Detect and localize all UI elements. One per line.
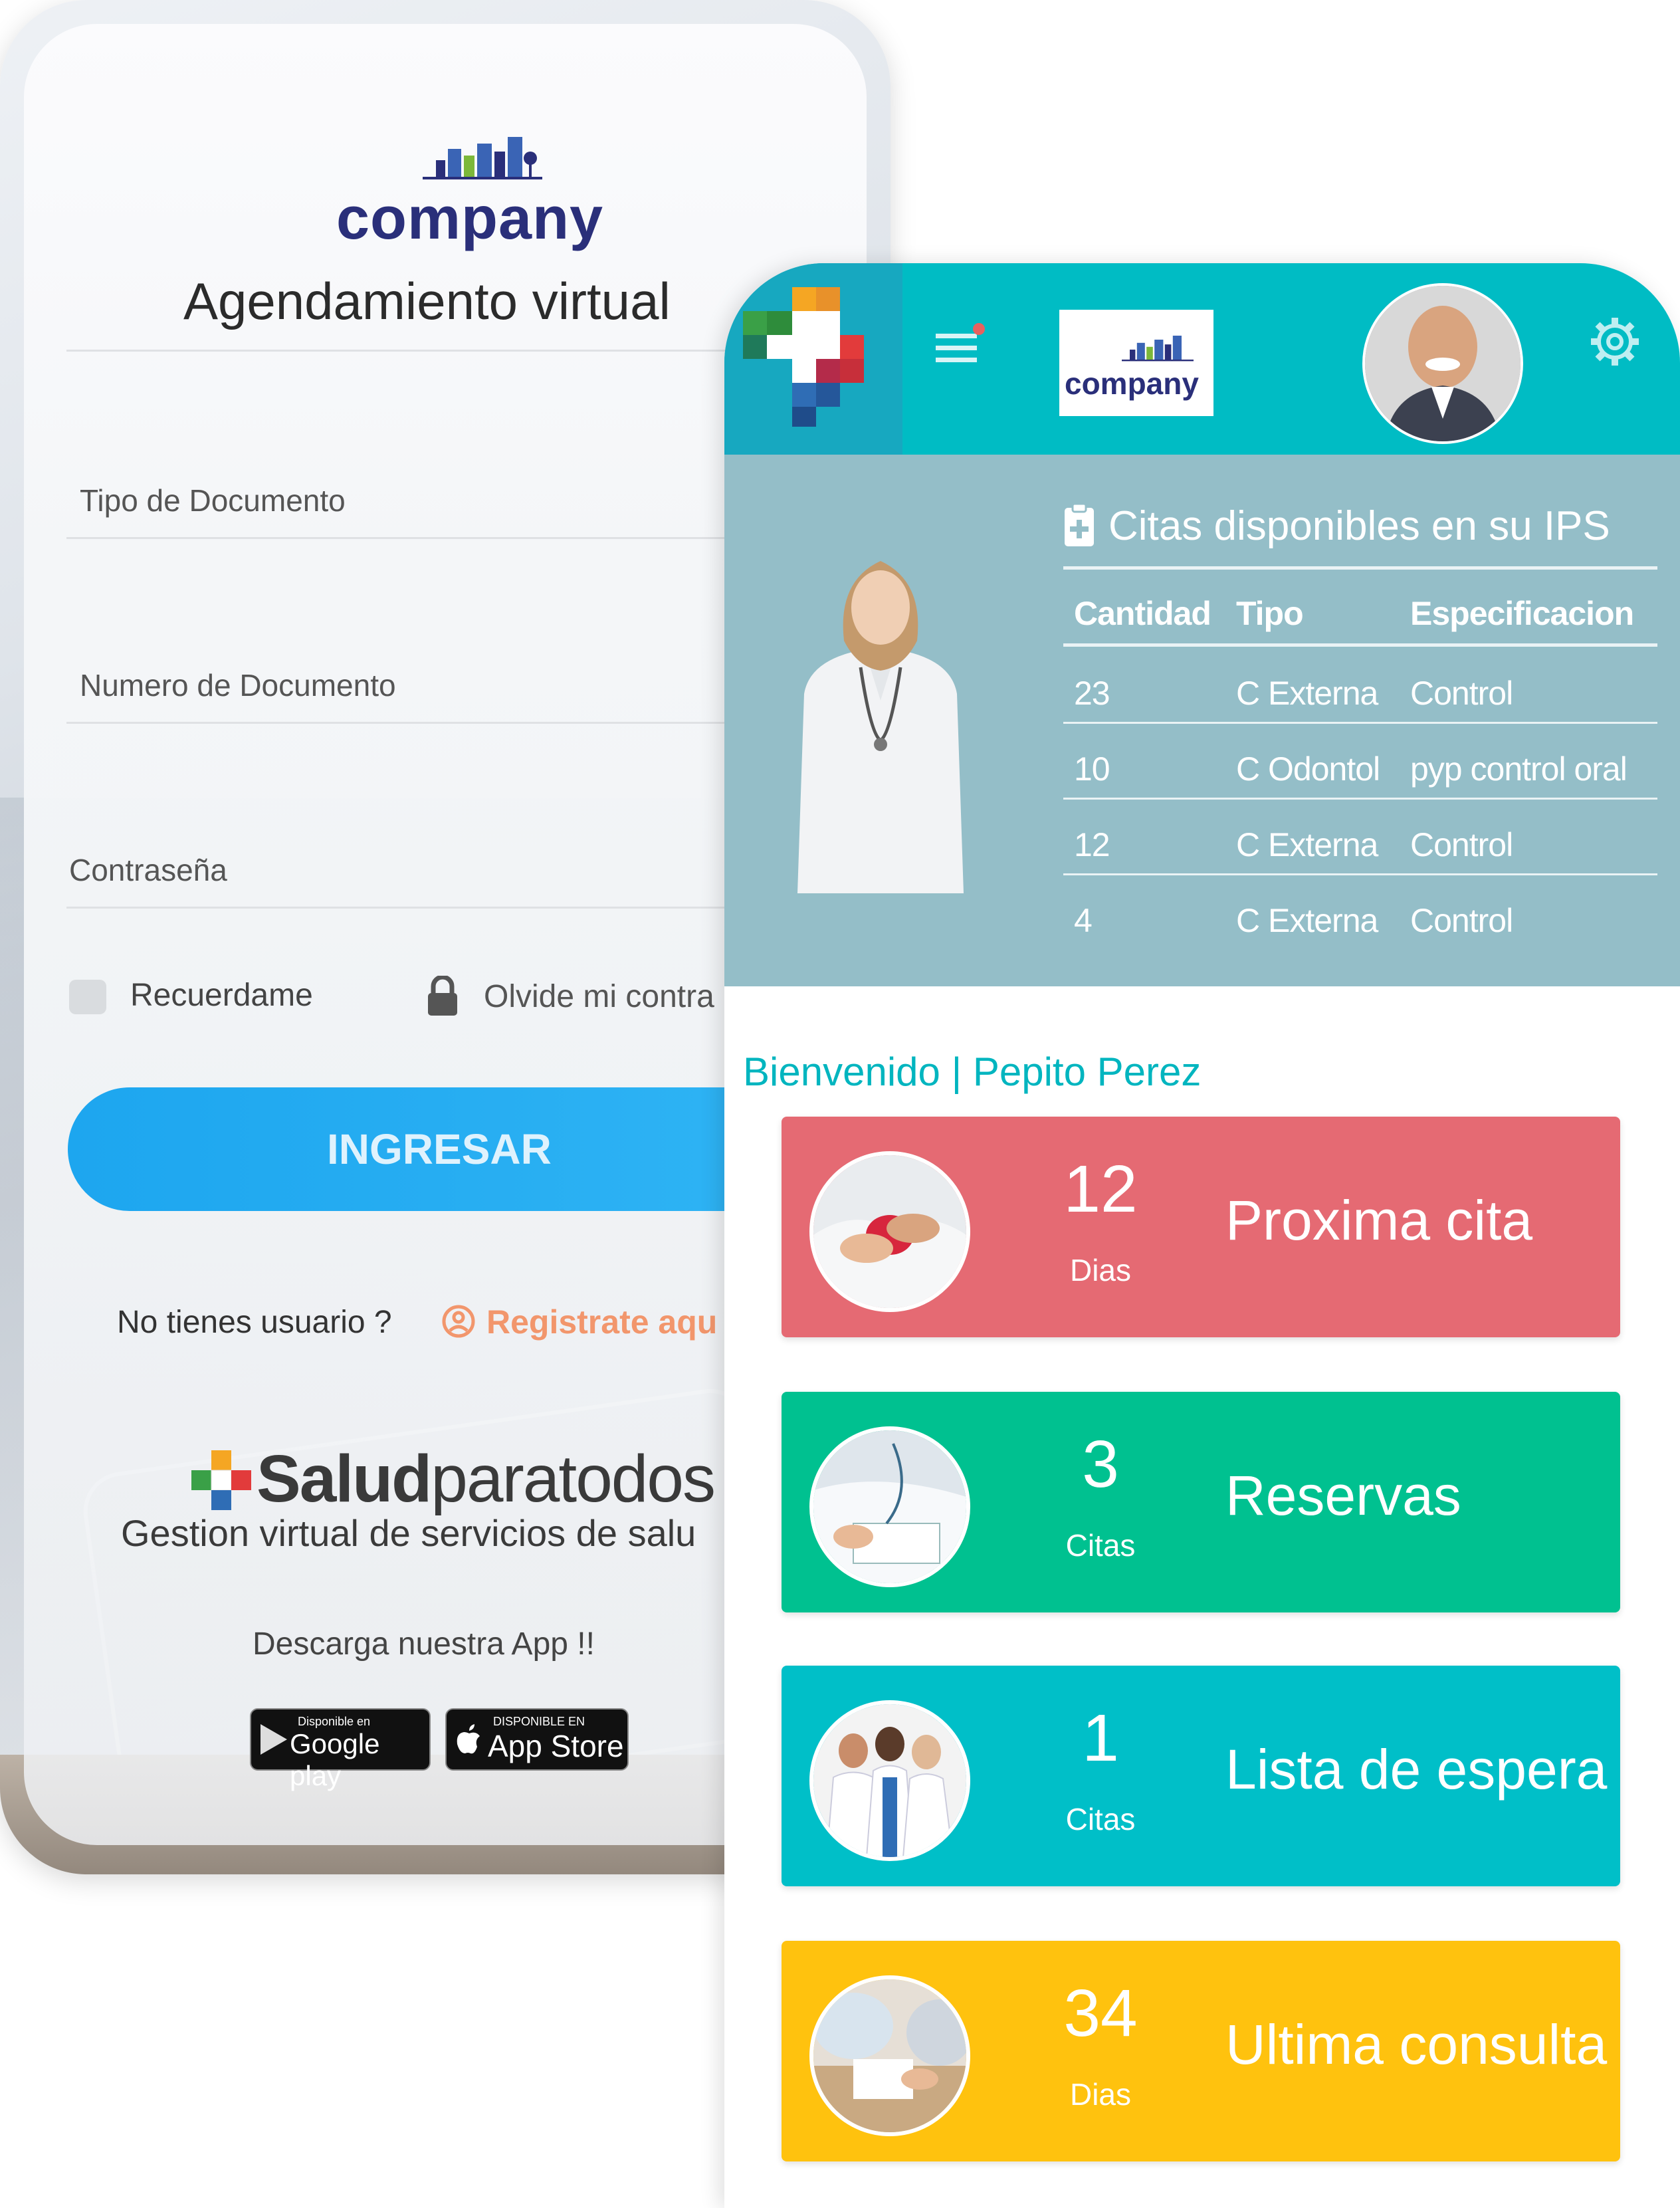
card-unit: Citas — [1065, 1802, 1136, 1836]
footer-subtitle: Gestion virtual de servicios de salu — [121, 1512, 696, 1554]
google-play-small: Disponible en — [298, 1715, 371, 1728]
company-logo-text: company — [1065, 366, 1199, 401]
cell-cantidad: 12 — [1074, 826, 1110, 863]
password-input[interactable]: Contraseña — [69, 852, 227, 888]
card-photo — [809, 1151, 970, 1312]
notification-dot — [973, 323, 985, 335]
card-photo — [809, 1700, 970, 1861]
card-proxima-cita[interactable]: 12 Dias Proxima cita — [782, 1117, 1620, 1337]
user-circle-icon — [442, 1305, 475, 1338]
company-logo: company — [316, 124, 603, 252]
card-label: Reservas — [1225, 1464, 1461, 1527]
doc-number-input[interactable]: Numero de Documento — [80, 667, 396, 703]
ips-appointments-panel: Citas disponibles en su IPS Cantidad Tip… — [724, 455, 1680, 986]
cell-cantidad: 10 — [1074, 750, 1110, 788]
play-icon — [261, 1724, 287, 1755]
column-header-cantidad: Cantidad — [1074, 595, 1211, 632]
cell-tipo: C Externa — [1236, 675, 1378, 712]
gear-icon[interactable] — [1588, 315, 1641, 368]
salud-brand-rest: paratodos — [431, 1442, 716, 1516]
app-store-label: App Store — [488, 1729, 624, 1763]
app-header: company — [724, 263, 1680, 455]
cell-tipo: C Odontol — [1236, 750, 1380, 788]
divider — [1063, 566, 1657, 570]
doctor-illustration — [797, 561, 964, 893]
divider — [1063, 643, 1657, 647]
card-ultima-consulta[interactable]: 34 Dias Ultima consulta — [782, 1941, 1620, 2161]
avatar[interactable] — [1362, 283, 1523, 444]
card-unit: Citas — [1065, 1528, 1136, 1563]
app-store-button[interactable]: DISPONIBLE EN App Store — [445, 1708, 629, 1771]
saludparatodos-logo: Saludparatodos — [191, 1441, 723, 1521]
download-text: Descarga nuestra App !! — [253, 1626, 595, 1662]
doc-type-select[interactable]: Tipo de Documento — [80, 483, 346, 518]
card-value: 1 — [1082, 1701, 1119, 1775]
app-store-small: DISPONIBLE EN — [493, 1715, 585, 1728]
page-title: Agendamiento virtual — [183, 272, 671, 330]
cell-especificacion: Control — [1410, 675, 1513, 712]
card-photo — [809, 1975, 970, 2136]
divider — [1063, 722, 1657, 724]
divider — [1063, 798, 1657, 800]
google-play-button[interactable]: Disponible en Google play — [250, 1708, 431, 1791]
cell-especificacion: pyp control oral — [1410, 750, 1628, 788]
user-photo — [1365, 286, 1521, 441]
salud-brand-bold: Salud — [257, 1442, 432, 1516]
column-header-tipo: Tipo — [1236, 595, 1304, 632]
welcome-text: Bienvenido | Pepito Perez — [743, 1049, 1202, 1094]
cell-tipo: C Externa — [1236, 826, 1378, 863]
card-label: Proxima cita — [1225, 1189, 1533, 1252]
cell-especificacion: Control — [1410, 826, 1513, 863]
company-logo: company — [1059, 310, 1213, 416]
card-photo — [809, 1426, 970, 1587]
register-link[interactable]: Registrate aqu — [486, 1303, 717, 1341]
remember-checkbox[interactable] — [69, 980, 106, 1014]
health-cross-icon — [743, 287, 864, 427]
google-play-label: Google play — [290, 1728, 380, 1791]
company-logo-text: company — [336, 185, 604, 252]
card-label: Lista de espera — [1225, 1738, 1608, 1801]
card-unit: Dias — [1069, 1253, 1132, 1287]
card-unit: Dias — [1069, 2077, 1132, 2112]
divider — [1063, 873, 1657, 875]
lock-icon — [428, 976, 457, 1016]
card-reservas[interactable]: 3 Citas Reservas — [782, 1392, 1620, 1612]
cell-cantidad: 4 — [1074, 902, 1093, 939]
card-value: 34 — [1063, 1976, 1138, 2050]
card-value: 12 — [1063, 1152, 1138, 1226]
buildings-icon — [1122, 336, 1194, 362]
card-label: Ultima consulta — [1225, 2013, 1608, 2076]
cross-logo-icon — [191, 1450, 251, 1510]
cell-cantidad: 23 — [1074, 675, 1110, 712]
cell-especificacion: Control — [1410, 902, 1513, 939]
remember-label: Recuerdame — [130, 978, 313, 1013]
login-button-label: INGRESAR — [327, 1125, 552, 1173]
column-header-especificacion: Especificacion — [1410, 595, 1634, 632]
apple-icon — [457, 1724, 480, 1754]
card-lista-espera[interactable]: 1 Citas Lista de espera — [782, 1666, 1620, 1886]
no-user-text: No tienes usuario ? — [117, 1305, 392, 1340]
ips-title: Citas disponibles en su IPS — [1108, 503, 1610, 549]
card-value: 3 — [1082, 1427, 1119, 1501]
clipboard-plus-icon — [1065, 502, 1094, 546]
app-logo[interactable] — [724, 263, 902, 455]
cell-tipo: C Externa — [1236, 902, 1378, 939]
dashboard-phone: company Citas disponibles en su IPS Cant… — [724, 263, 1680, 2208]
forgot-password-link[interactable]: Olvide mi contra — [484, 978, 714, 1015]
